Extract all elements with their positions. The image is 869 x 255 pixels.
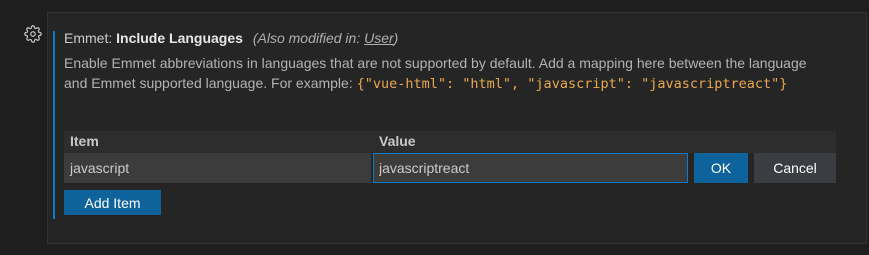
value-input[interactable]: [373, 153, 688, 183]
modified-prefix: (Also modified in:: [252, 30, 365, 46]
setting-name: Include Languages: [116, 30, 243, 46]
modified-user-link[interactable]: User: [364, 30, 394, 46]
setting-item: Emmet: Include Languages (Also modified …: [47, 12, 867, 244]
add-item-button[interactable]: Add Item: [64, 190, 161, 215]
modified-suffix: ): [393, 30, 399, 46]
gear-icon[interactable]: [24, 25, 42, 43]
table-header: Item Value: [64, 131, 836, 153]
header-item: Item: [70, 133, 99, 149]
table-row: javascript OK Cancel: [64, 153, 836, 183]
description-example: {"vue-html": "html", "javascript": "java…: [356, 76, 788, 92]
header-value: Value: [379, 133, 416, 149]
setting-title: Emmet: Include Languages (Also modified …: [64, 29, 398, 47]
focus-indicator: [53, 31, 55, 219]
ok-button[interactable]: OK: [694, 153, 748, 183]
modified-indicator: (Also modified in: User): [253, 30, 399, 46]
setting-category: Emmet:: [64, 30, 117, 46]
item-cell[interactable]: javascript: [64, 153, 371, 183]
setting-description: Enable Emmet abbreviations in languages …: [64, 53, 824, 94]
cancel-button[interactable]: Cancel: [754, 153, 836, 183]
